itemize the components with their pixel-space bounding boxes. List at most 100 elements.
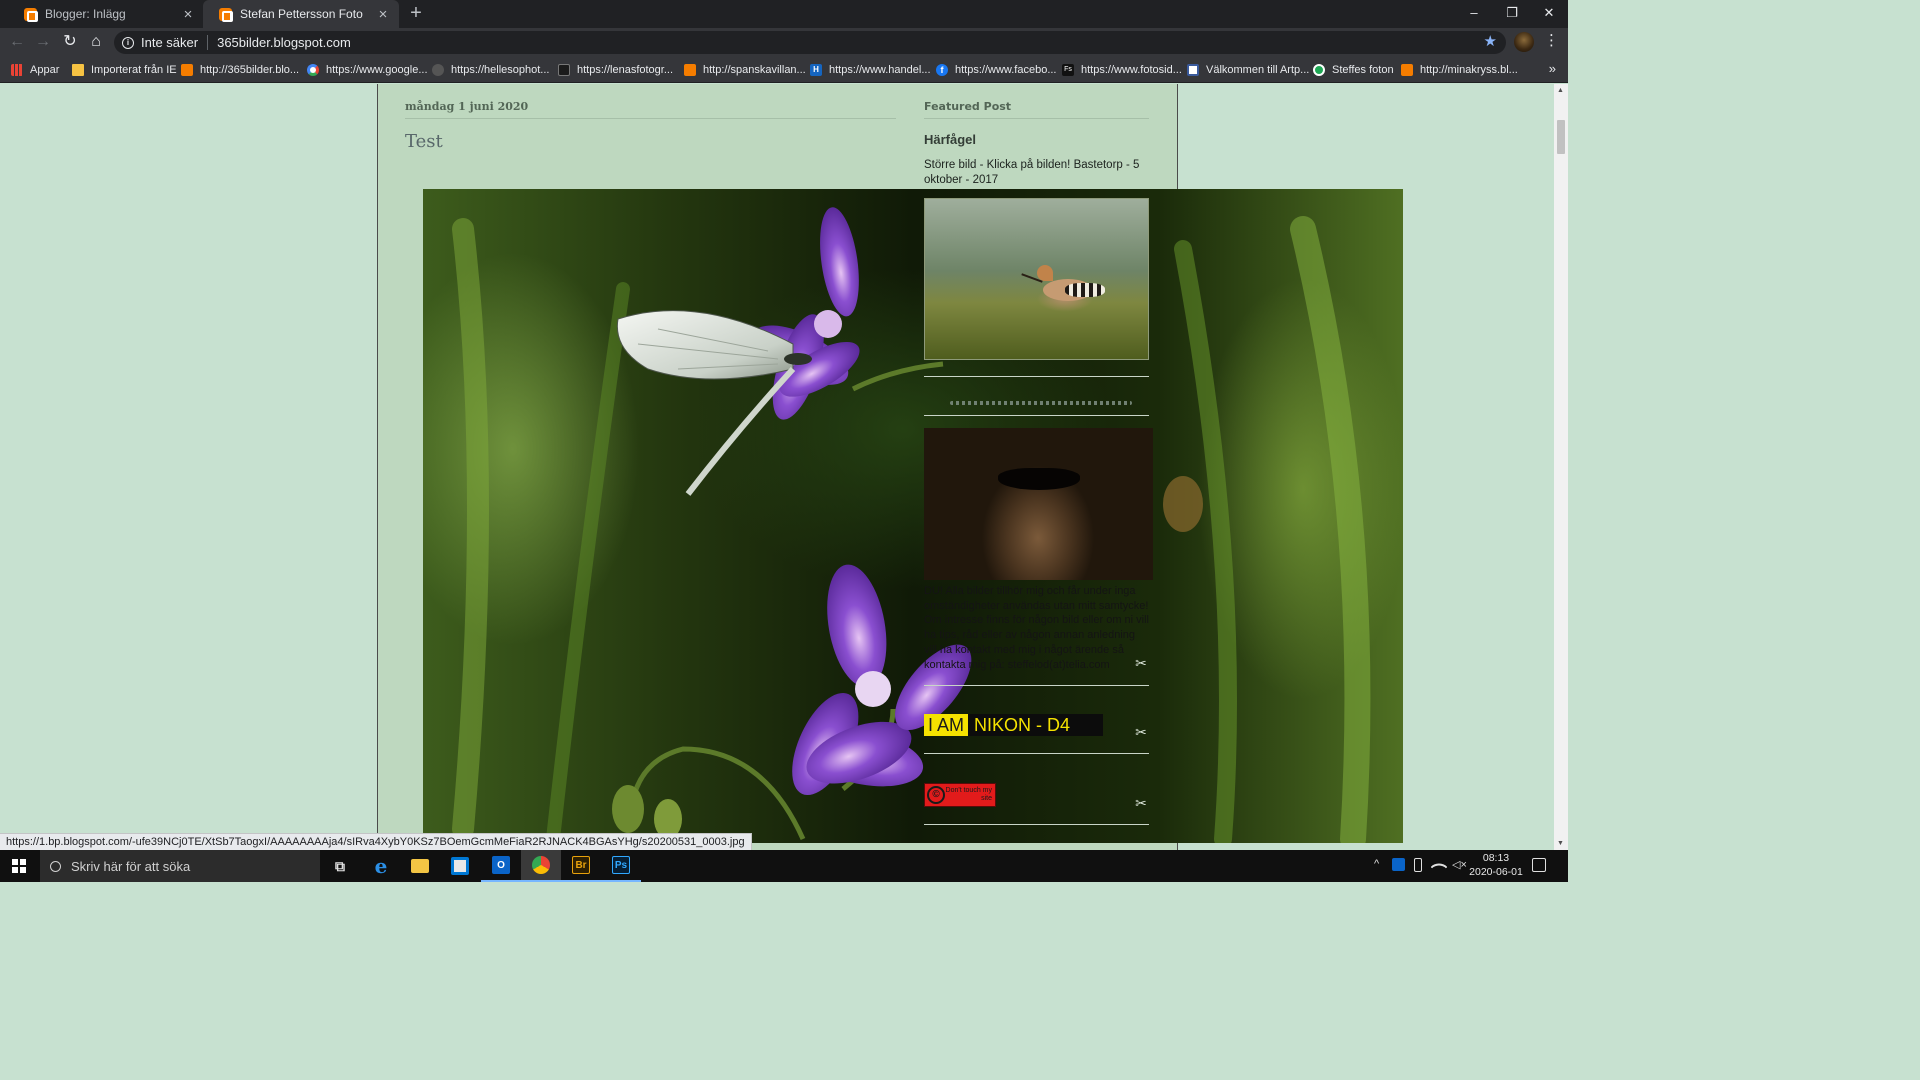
photoshop-app[interactable]: Ps xyxy=(601,850,641,882)
bookmark-minakryss[interactable]: http://minakryss.bl... xyxy=(1401,61,1518,79)
bookmarks-bar: Appar Importerat från IE http://365bilde… xyxy=(0,57,1568,83)
back-button[interactable]: ← xyxy=(6,31,28,53)
url-text[interactable]: 365bilder.blogspot.com xyxy=(217,35,351,50)
photoshop-icon: Ps xyxy=(612,856,630,874)
system-clock[interactable]: 08:13 2020-06-01 xyxy=(1466,852,1526,879)
tab-blogger-inlagg[interactable]: Blogger: Inlägg × xyxy=(8,0,204,28)
new-tab-button[interactable]: + xyxy=(404,2,428,25)
outlook-app[interactable]: O xyxy=(481,850,521,882)
tab-close-icon[interactable]: × xyxy=(180,6,196,23)
post-date-header: måndag 1 juni 2020 xyxy=(405,100,896,119)
bookmark-artportalen[interactable]: Välkommen till Artp... xyxy=(1187,61,1309,79)
speaker-muted-icon[interactable]: ◁× xyxy=(1452,858,1467,871)
widget-divider xyxy=(924,376,1149,377)
bookmark-appar[interactable]: Appar xyxy=(11,61,59,79)
butterfly-flower-photo xyxy=(452,207,1371,843)
taskbar-search-placeholder: Skriv här för att söka xyxy=(71,858,191,874)
nikon-badge-prefix: I AM xyxy=(924,714,969,736)
reload-button[interactable]: ↻ xyxy=(59,31,81,53)
edit-widget-icon[interactable]: ✂ xyxy=(1133,724,1149,740)
battery-icon[interactable] xyxy=(1414,858,1422,872)
clock-time: 08:13 xyxy=(1482,852,1510,864)
scroll-down-arrow-icon[interactable]: ▼ xyxy=(1557,840,1564,847)
bookmark-star-icon[interactable]: ★ xyxy=(1484,32,1497,50)
blogger-icon xyxy=(684,64,696,76)
bookmark-label: https://hellesophot... xyxy=(451,64,550,76)
info-icon[interactable]: i xyxy=(122,36,134,49)
security-label[interactable]: Inte säker xyxy=(141,35,198,50)
address-bar[interactable]: i Inte säker 365bilder.blogspot.com ★ xyxy=(114,31,1506,54)
widget-divider xyxy=(924,824,1149,825)
bookmark-label: https://www.facebo... xyxy=(955,64,1057,76)
bookmark-hellesophot[interactable]: https://hellesophot... xyxy=(432,61,549,79)
edge-app[interactable]: e xyxy=(361,850,401,882)
bookmark-label: http://minakryss.bl... xyxy=(1420,64,1518,76)
bookmark-handelsbanken[interactable]: Hhttps://www.handel... xyxy=(810,61,931,79)
tab-stefan-pettersson-foto[interactable]: Stefan Pettersson Foto × xyxy=(203,0,399,28)
dont-touch-badge: © Don't touch my site xyxy=(924,783,996,807)
bird-wing-stripes xyxy=(1065,283,1105,297)
bookmark-label: Steffes foton xyxy=(1332,64,1394,76)
apps-grid-icon xyxy=(11,64,23,76)
taskbar-search[interactable]: Skriv här för att söka xyxy=(40,850,320,882)
windows-logo-icon xyxy=(12,859,26,873)
outlook-tray-icon[interactable] xyxy=(1392,858,1405,871)
bookmark-label: https://www.handel... xyxy=(829,64,931,76)
chrome-app[interactable] xyxy=(521,850,561,882)
bookmark-importerat[interactable]: Importerat från IE xyxy=(72,61,177,79)
notifications-icon[interactable] xyxy=(1532,858,1546,872)
browser-toolbar: ← → ↻ ⌂ i Inte säker 365bilder.blogspot.… xyxy=(0,28,1568,57)
bookmark-365bilder[interactable]: http://365bilder.blo... xyxy=(181,61,299,79)
bookmark-spanskavillan[interactable]: http://spanskavillan... xyxy=(684,61,806,79)
scroll-thumb[interactable] xyxy=(1557,120,1565,154)
wifi-icon[interactable] xyxy=(1430,858,1448,876)
facebook-icon: f xyxy=(936,64,948,76)
task-view-icon: ⧉ xyxy=(335,857,345,874)
edge-icon: e xyxy=(374,854,388,878)
bookmark-facebook[interactable]: f https://www.facebo... xyxy=(936,61,1057,79)
tray-chevron-icon[interactable]: ^ xyxy=(1374,858,1379,870)
hoopoe-photo[interactable] xyxy=(924,198,1149,360)
minimize-button[interactable]: – xyxy=(1455,0,1493,28)
dotted-divider xyxy=(950,401,1132,405)
start-button[interactable] xyxy=(0,850,38,882)
widget-divider xyxy=(924,685,1149,686)
store-app[interactable] xyxy=(440,850,480,882)
featured-post-title[interactable]: Härfågel xyxy=(924,132,976,147)
featured-post-heading: Featured Post xyxy=(924,100,1149,119)
post-title[interactable]: Test xyxy=(405,131,443,152)
bookmark-steffes-foton[interactable]: Steffes foton xyxy=(1313,61,1394,79)
scroll-up-arrow-icon[interactable]: ▲ xyxy=(1557,87,1564,94)
restore-button[interactable]: ❐ xyxy=(1493,0,1531,28)
home-button[interactable]: ⌂ xyxy=(85,31,107,53)
bookmark-fotosidan[interactable]: Fs https://www.fotosid... xyxy=(1062,61,1182,79)
file-explorer-app[interactable] xyxy=(400,850,440,882)
page-viewport: måndag 1 juni 2020 Test Featured Post Hä… xyxy=(0,84,1554,850)
fotosidan-icon: Fs xyxy=(1062,64,1074,76)
clock-date: 2020-06-01 xyxy=(1469,865,1523,878)
handelsbanken-icon: H xyxy=(810,64,822,76)
bookmarks-overflow-button[interactable]: » xyxy=(1549,61,1556,76)
post-photo[interactable] xyxy=(423,189,1403,843)
folder-icon xyxy=(72,64,84,76)
page-scrollbar[interactable]: ▲ ▼ xyxy=(1554,84,1568,850)
edit-widget-icon[interactable]: ✂ xyxy=(1133,655,1149,671)
browser-menu-icon[interactable]: ⋮ xyxy=(1544,31,1559,49)
task-view-button[interactable]: ⧉ xyxy=(320,850,360,882)
bridge-app[interactable]: Br xyxy=(561,850,601,882)
dont-touch-text: Don't touch my site xyxy=(945,787,992,802)
profile-avatar[interactable] xyxy=(1514,32,1534,52)
windows-taskbar: Skriv här för att söka ⧉ e O Br Ps ^ ◁× … xyxy=(0,850,1568,882)
edit-widget-icon[interactable]: ✂ xyxy=(1133,795,1149,811)
forward-button[interactable]: → xyxy=(32,31,54,53)
bookmark-label: https://www.fotosid... xyxy=(1081,64,1182,76)
folder-icon xyxy=(411,859,429,873)
tab-strip: Blogger: Inlägg × Stefan Pettersson Foto… xyxy=(0,0,1568,28)
tab-close-icon[interactable]: × xyxy=(375,6,391,23)
omnibox-divider xyxy=(207,35,209,50)
bookmark-lenasfotogr[interactable]: https://lenasfotogr... xyxy=(558,61,673,79)
page-icon xyxy=(1187,64,1199,76)
close-window-button[interactable]: ✕ xyxy=(1530,0,1568,28)
link-status-bar: https://1.bp.blogspot.com/-ufe39NCj0TE/X… xyxy=(0,833,752,850)
bookmark-google[interactable]: https://www.google... xyxy=(307,61,428,79)
